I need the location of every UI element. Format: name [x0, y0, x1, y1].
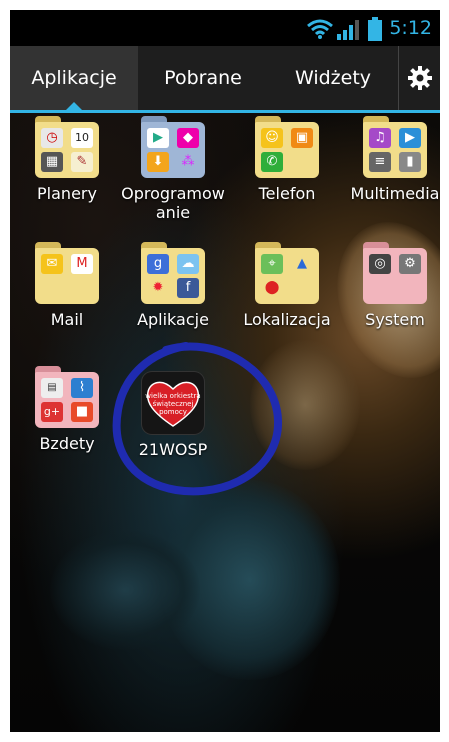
app-label: Oprogramow anie [121, 184, 225, 222]
gear-icon [408, 66, 432, 90]
radio-icon: ≡ [369, 152, 391, 172]
folder-aplikacje[interactable]: g ☁ ✹ f Aplikacje [118, 242, 228, 329]
facebook-icon: f [177, 278, 199, 298]
sun-icon: ✹ [152, 280, 164, 295]
folder-icon: ▤ ⌇ g+ ■ [35, 366, 99, 428]
messenger-icon: ■ [71, 402, 93, 422]
gmail-icon: M [71, 254, 93, 274]
maps-icon: ⌖ [261, 254, 283, 274]
clock-icon: ◷ [41, 128, 63, 148]
news-icon: ▤ [41, 378, 63, 398]
tab-bar: Aplikacje Pobrane Widżety [10, 46, 440, 113]
status-bar: 5:12 [10, 10, 440, 46]
messaging-icon: ☺ [261, 128, 283, 148]
tab-aplikacje[interactable]: Aplikacje [10, 46, 138, 110]
folder-system[interactable]: ◎ ⚙ System [340, 242, 440, 329]
app-label: Mail [50, 310, 84, 329]
tab-label: Aplikacje [31, 67, 117, 89]
location-pin-icon: ⬤ [264, 280, 280, 295]
tab-label: Pobrane [164, 67, 242, 89]
folder-icon: ⌖ ▲ ⬤ [255, 242, 319, 304]
status-time: 5:12 [389, 17, 432, 39]
folder-icon: ◷ 10 ▦ ✎ [35, 116, 99, 178]
contacts-icon: ▣ [291, 128, 313, 148]
molecule-icon: ⁂ [181, 154, 195, 169]
signal-icon [337, 20, 359, 40]
folder-telefon[interactable]: ☺ ▣ ✆ Telefon [232, 116, 342, 203]
folder-oprogramowanie[interactable]: ▶ ◆ ⬇ ⁂ Oprogramow anie [118, 116, 228, 222]
settings-button[interactable] [398, 46, 440, 110]
folder-mail[interactable]: ✉ M Mail [12, 242, 122, 329]
google-search-icon: g [147, 254, 169, 274]
music-icon: ♫ [369, 128, 391, 148]
google-plus-icon: g+ [41, 402, 63, 422]
email-icon: ✉ [41, 254, 63, 274]
stocks-icon: ⌇ [71, 378, 93, 398]
tab-pobrane[interactable]: Pobrane [138, 46, 268, 110]
annotation-circle [112, 342, 283, 496]
folder-lokalizacja[interactable]: ⌖ ▲ ⬤ Lokalizacja [232, 242, 342, 329]
app-label: Multimedia [350, 184, 440, 203]
phone-icon: ✆ [261, 152, 283, 172]
media-player-icon: ▮ [399, 152, 421, 172]
calculator-icon: ▦ [41, 152, 63, 172]
app-label: Planery [37, 184, 97, 203]
download-icon: ⬇ [147, 152, 169, 172]
wifi-icon [307, 19, 333, 39]
active-tab-indicator [66, 102, 82, 110]
wallpaper-petal [50, 530, 200, 650]
folder-icon: g ☁ ✹ f [141, 242, 205, 304]
calendar-icon: 10 [71, 128, 93, 148]
folder-icon: ◎ ⚙ [363, 242, 427, 304]
folder-multimedia[interactable]: ♫ ▶ ≡ ▮ Multimedia [340, 116, 440, 203]
video-icon: ▶ [399, 128, 421, 148]
app-label: Aplikacje [137, 310, 209, 329]
disk-icon: ◎ [369, 254, 391, 274]
app-label: System [365, 310, 425, 329]
folder-icon: ✉ M [35, 242, 99, 304]
folder-icon: ▶ ◆ ⬇ ⁂ [141, 116, 205, 178]
apps-icon: ◆ [177, 128, 199, 148]
weather-icon: ☁ [177, 254, 199, 274]
tab-label: Widżety [294, 67, 372, 89]
settings-icon: ⚙ [399, 254, 421, 274]
folder-icon: ☺ ▣ ✆ [255, 116, 319, 178]
app-label: Telefon [258, 184, 316, 203]
notes-icon: ✎ [71, 152, 93, 172]
folder-icon: ♫ ▶ ≡ ▮ [363, 116, 427, 178]
app-label: Lokalizacja [243, 310, 331, 329]
tab-widzety[interactable]: Widżety [268, 46, 398, 110]
navigation-icon: ▲ [297, 256, 307, 271]
play-store-icon: ▶ [147, 128, 169, 148]
folder-planery[interactable]: ◷ 10 ▦ ✎ Planery [12, 116, 122, 203]
battery-icon [368, 17, 382, 41]
phone-screen: 5:12 Aplikacje Pobrane Widżety ◷ 10 ▦ ✎ … [10, 10, 440, 732]
